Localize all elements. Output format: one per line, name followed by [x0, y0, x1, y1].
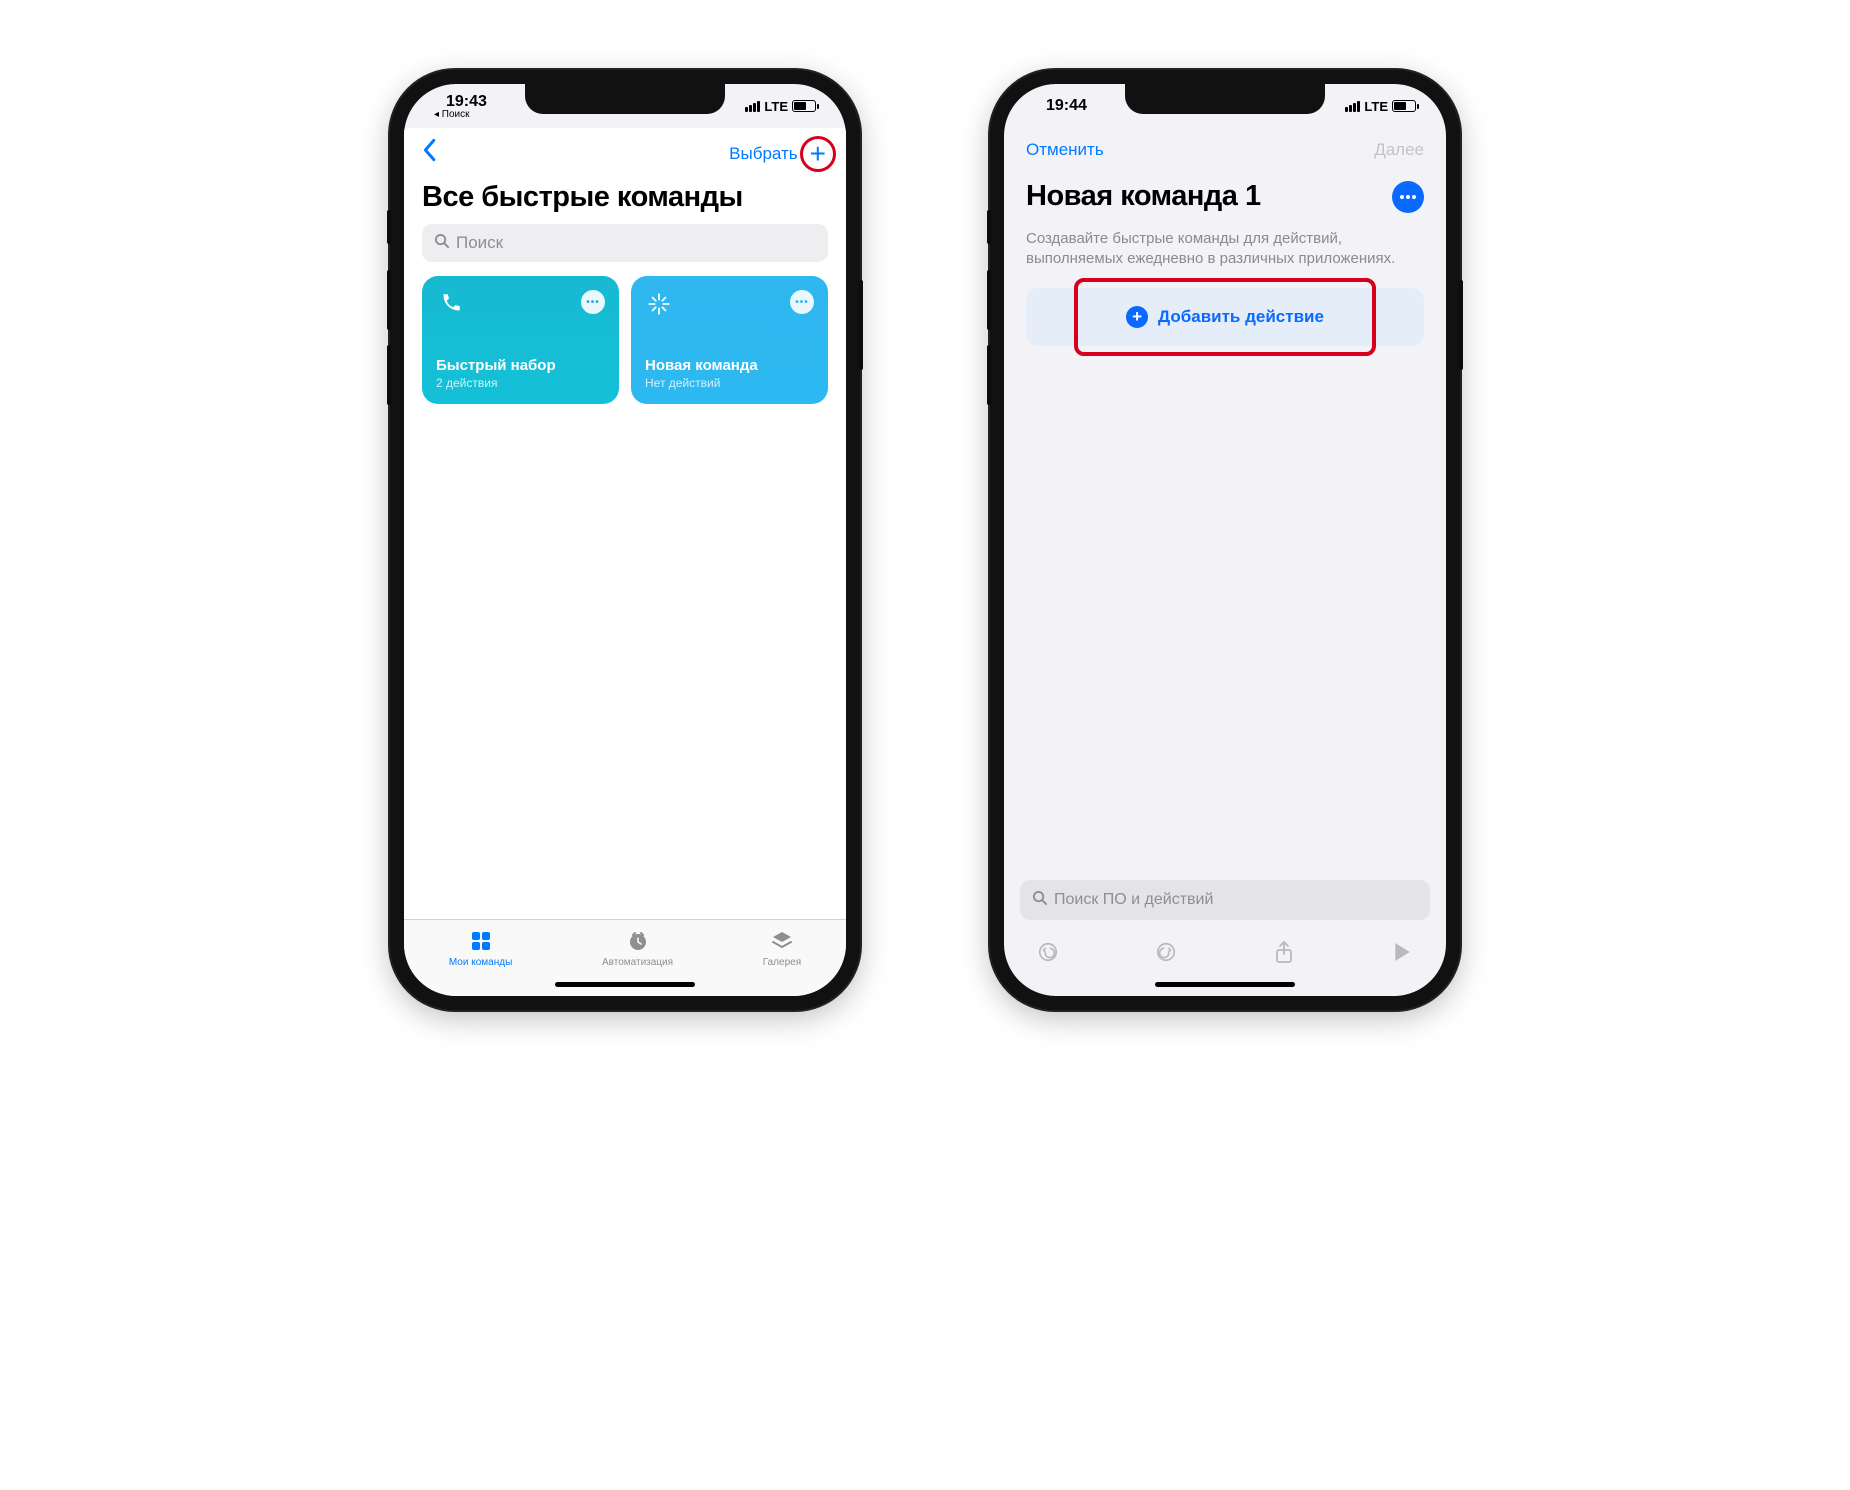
tile-subtitle: 2 действия [436, 376, 605, 390]
home-indicator[interactable] [1004, 972, 1446, 996]
battery-icon [792, 100, 816, 112]
plus-circle-icon: + [1126, 306, 1148, 328]
page-title: Новая команда 1 [1026, 180, 1261, 213]
tab-gallery[interactable]: Галерея [763, 928, 801, 968]
home-indicator[interactable] [404, 972, 846, 996]
tile-title: Быстрый набор [436, 357, 605, 374]
battery-icon [1392, 100, 1416, 112]
search-icon [1032, 890, 1047, 910]
tab-label: Автоматизация [602, 957, 673, 968]
search-placeholder: Поиск [456, 233, 503, 253]
tile-more-button[interactable]: ••• [581, 290, 605, 314]
search-actions-input[interactable]: Поиск ПО и действий [1020, 880, 1430, 920]
cancel-button[interactable]: Отменить [1026, 140, 1104, 160]
phone-mockup-left: 19:43 ◂ Поиск LTE Выбрать + [390, 70, 860, 1010]
shortcuts-grid: ••• Быстрый набор 2 действия ••• [404, 276, 846, 404]
add-action-button[interactable]: + Добавить действие [1026, 288, 1424, 346]
redo-button[interactable] [1152, 938, 1180, 966]
status-time: 19:44 [1028, 97, 1087, 115]
nav-bar: Отменить Далее [1004, 128, 1446, 166]
tab-label: Галерея [763, 957, 801, 968]
breadcrumb-back-app[interactable]: ◂ Поиск [428, 109, 470, 120]
plus-icon: + [810, 138, 826, 169]
add-action-label: Добавить действие [1158, 307, 1324, 327]
description-text: Создавайте быстрые команды для действий,… [1004, 219, 1446, 288]
volume-up [387, 270, 391, 330]
tab-bar: Мои команды Автоматизация Галерея [404, 919, 846, 972]
network-label: LTE [1364, 99, 1388, 114]
volume-up [987, 270, 991, 330]
stack-icon [769, 928, 795, 954]
next-button[interactable]: Далее [1374, 140, 1424, 160]
back-button[interactable] [420, 138, 438, 169]
nav-bar: Выбрать + [404, 128, 846, 177]
run-button[interactable] [1388, 938, 1416, 966]
signal-icon [1345, 101, 1360, 112]
search-placeholder: Поиск ПО и действий [1054, 891, 1213, 909]
tile-more-button[interactable]: ••• [790, 290, 814, 314]
share-button[interactable] [1270, 938, 1298, 966]
clock-icon [625, 928, 651, 954]
add-shortcut-button[interactable]: + [810, 140, 826, 168]
search-icon [434, 233, 449, 253]
grid-icon [468, 928, 494, 954]
select-button[interactable]: Выбрать [729, 144, 797, 164]
tile-subtitle: Нет действий [645, 376, 814, 390]
tab-my-shortcuts[interactable]: Мои команды [449, 928, 512, 968]
search-input[interactable]: Поиск [422, 224, 828, 262]
tile-title: Новая команда [645, 357, 814, 374]
undo-button[interactable] [1034, 938, 1062, 966]
chevron-left-icon [420, 138, 438, 162]
shortcut-tile-speed-dial[interactable]: ••• Быстрый набор 2 действия [422, 276, 619, 404]
shortcut-settings-button[interactable] [1392, 181, 1424, 213]
phone-mockup-right: 19:44 LTE Отменить Далее Новая команда 1… [990, 70, 1460, 1010]
page-title: Все быстрые команды [404, 177, 846, 224]
volume-down [987, 345, 991, 405]
mute-switch [387, 210, 391, 244]
notch [525, 84, 725, 114]
editor-toolbar [1004, 930, 1446, 972]
network-label: LTE [764, 99, 788, 114]
signal-icon [745, 101, 760, 112]
power-button [1459, 280, 1463, 370]
shortcut-tile-new-command[interactable]: ••• Новая команда Нет действий [631, 276, 828, 404]
notch [1125, 84, 1325, 114]
wand-icon [645, 290, 673, 318]
phone-icon [436, 290, 464, 318]
mute-switch [987, 210, 991, 244]
power-button [859, 280, 863, 370]
volume-down [387, 345, 391, 405]
tab-automation[interactable]: Автоматизация [602, 928, 673, 968]
tab-label: Мои команды [449, 957, 512, 968]
